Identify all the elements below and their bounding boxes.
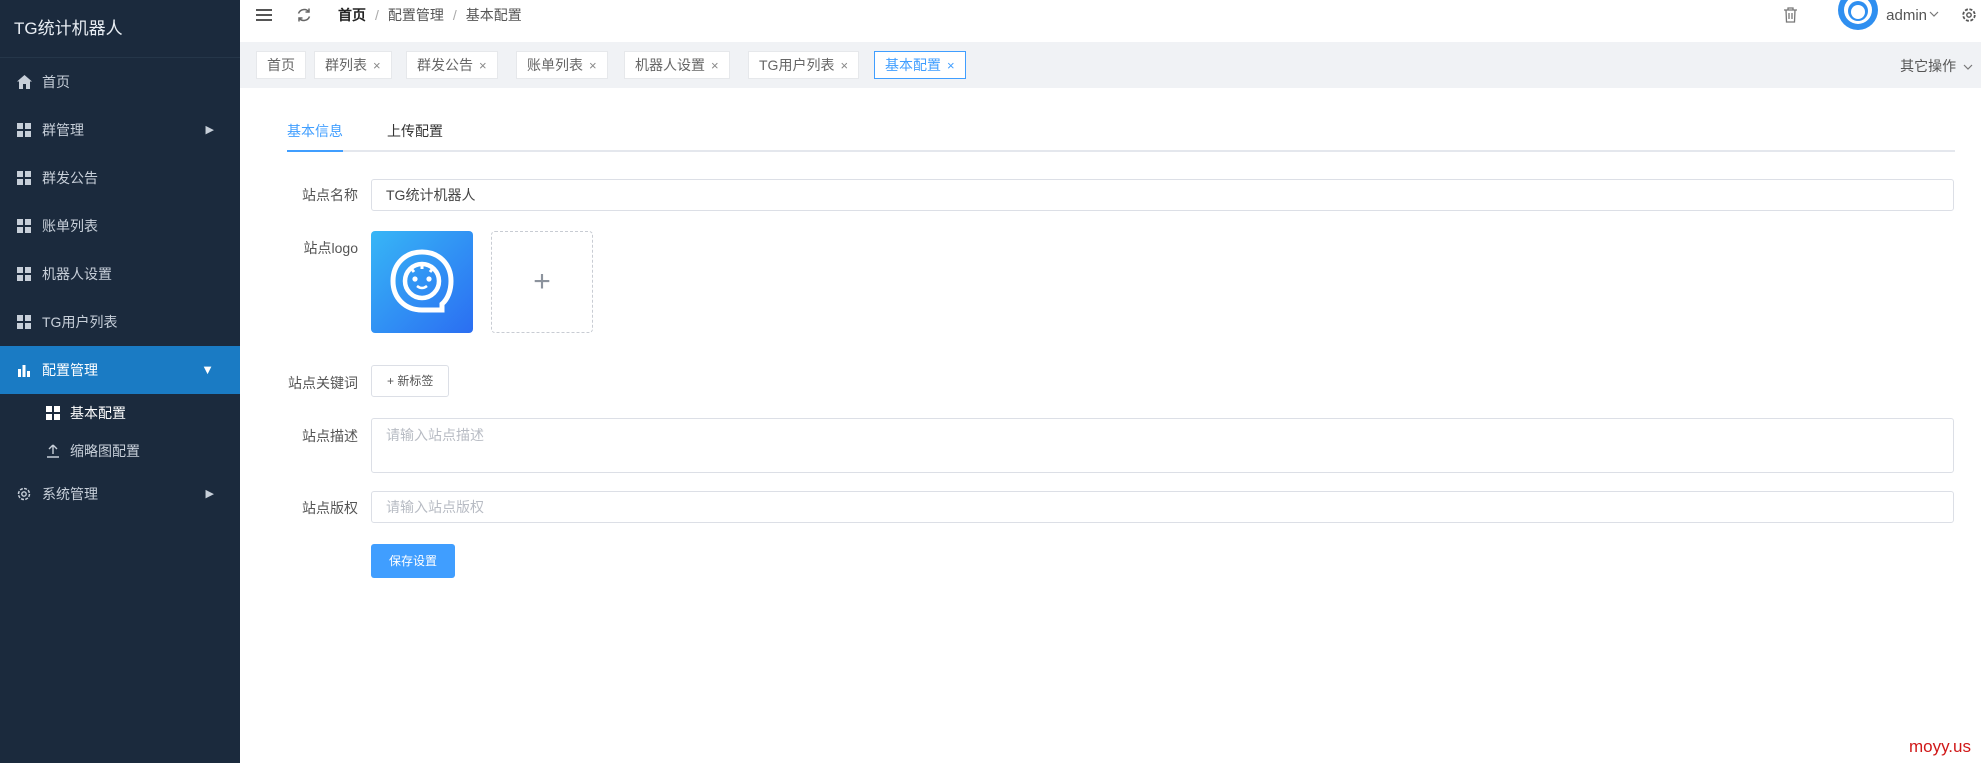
sidebar-item-group-management[interactable]: 群管理 ▶ bbox=[0, 106, 240, 154]
sidebar-item-home[interactable]: 首页 bbox=[0, 58, 240, 106]
breadcrumb: 首页 / 配置管理 / 基本配置 bbox=[338, 5, 522, 25]
site-description-label: 站点描述 bbox=[302, 428, 358, 444]
grid-icon bbox=[16, 122, 32, 138]
close-icon[interactable]: × bbox=[373, 58, 381, 73]
chevron-down-icon bbox=[1963, 64, 1973, 70]
app-title: TG统计机器人 bbox=[0, 0, 240, 58]
plus-icon: + bbox=[533, 265, 551, 298]
tag-tg-users[interactable]: TG用户列表 × bbox=[748, 51, 860, 79]
tags-view-bar: 首页 群列表 × 群发公告 × 账单列表 × 机器人设置 × TG用户列表 × 基本配置 ×… bbox=[240, 42, 1981, 88]
breadcrumb-separator: / bbox=[375, 7, 379, 23]
tag-broadcast[interactable]: 群发公告 × bbox=[406, 51, 498, 79]
sidebar-item-system-management[interactable]: 系统管理 ▶ bbox=[0, 470, 240, 518]
sidebar-item-label: TG用户列表 bbox=[42, 314, 118, 330]
menu-toggle-icon[interactable] bbox=[254, 5, 274, 25]
caret-down-icon: ▼ bbox=[201, 362, 214, 377]
config-tabs: 基本信息 上传配置 bbox=[287, 118, 1955, 152]
home-icon bbox=[16, 74, 32, 90]
close-icon[interactable]: × bbox=[479, 58, 487, 73]
top-bar: 首页 / 配置管理 / 基本配置 admin bbox=[240, 0, 1981, 30]
sidebar-subitem-thumbnail-config[interactable]: 缩略图配置 bbox=[0, 432, 240, 470]
close-icon[interactable]: × bbox=[589, 58, 597, 73]
sidebar-subitem-basic-config[interactable]: 基本配置 bbox=[0, 394, 240, 432]
sidebar-item-broadcast[interactable]: 群发公告 bbox=[0, 154, 240, 202]
tag-bot-settings[interactable]: 机器人设置 × bbox=[624, 51, 730, 79]
sidebar-item-label: 系统管理 bbox=[42, 486, 98, 502]
site-name-label: 站点名称 bbox=[302, 187, 358, 203]
trash-icon[interactable] bbox=[1780, 5, 1800, 25]
site-keywords-label: 站点关键词 bbox=[288, 375, 358, 391]
tag-label: 机器人设置 bbox=[635, 57, 705, 73]
tag-label: 群列表 bbox=[325, 57, 367, 73]
sidebar-subitem-label: 基本配置 bbox=[70, 405, 126, 421]
site-name-input[interactable] bbox=[371, 179, 1954, 211]
sidebar-item-label: 首页 bbox=[42, 74, 70, 90]
grid-icon bbox=[46, 406, 60, 420]
bot-logo-icon bbox=[390, 249, 454, 313]
grid-icon bbox=[16, 266, 32, 282]
tag-group-list[interactable]: 群列表 × bbox=[314, 51, 392, 79]
grid-icon bbox=[16, 218, 32, 234]
avatar[interactable] bbox=[1838, 0, 1879, 30]
sidebar: TG统计机器人 首页 群管理 ▶ 群发公告 账单列表 机器人设置 TG用户列表 … bbox=[0, 0, 240, 763]
breadcrumb-item-home[interactable]: 首页 bbox=[338, 5, 366, 25]
site-copyright-input[interactable] bbox=[371, 491, 1954, 523]
gear-icon bbox=[16, 486, 32, 502]
caret-right-icon: ▶ bbox=[205, 488, 214, 500]
username[interactable]: admin bbox=[1886, 7, 1927, 24]
close-icon[interactable]: × bbox=[840, 58, 848, 73]
tab-upload-config[interactable]: 上传配置 bbox=[387, 118, 443, 152]
settings-gear-icon[interactable] bbox=[1959, 5, 1979, 25]
tag-label: 基本配置 bbox=[885, 57, 941, 73]
grid-icon bbox=[16, 314, 32, 330]
refresh-icon[interactable] bbox=[294, 5, 314, 25]
new-tag-button[interactable]: + 新标签 bbox=[371, 365, 450, 397]
header-right: admin bbox=[1766, 0, 1981, 30]
logo-upload-button[interactable]: + bbox=[491, 231, 593, 333]
sidebar-subitem-label: 缩略图配置 bbox=[70, 443, 140, 459]
breadcrumb-item-config: 配置管理 bbox=[387, 7, 444, 23]
grid-icon bbox=[16, 170, 32, 186]
close-icon[interactable]: × bbox=[947, 58, 955, 73]
tab-basic-info[interactable]: 基本信息 bbox=[287, 118, 343, 152]
sidebar-item-label: 配置管理 bbox=[42, 362, 98, 378]
other-operations-dropdown[interactable]: 其它操作 bbox=[1900, 56, 1973, 76]
save-settings-button[interactable]: 保存设置 bbox=[371, 544, 455, 578]
tag-label: 群发公告 bbox=[417, 57, 473, 73]
site-description-textarea[interactable] bbox=[371, 418, 1954, 473]
tag-home[interactable]: 首页 bbox=[256, 51, 306, 79]
chevron-down-icon[interactable] bbox=[1929, 10, 1939, 21]
sidebar-item-config-management[interactable]: 配置管理 ▼ bbox=[0, 346, 240, 394]
sidebar-item-label: 群管理 bbox=[42, 122, 84, 138]
breadcrumb-item-current: 基本配置 bbox=[465, 7, 522, 23]
sidebar-item-bot-settings[interactable]: 机器人设置 bbox=[0, 250, 240, 298]
sidebar-item-label: 机器人设置 bbox=[42, 266, 112, 282]
sidebar-item-label: 账单列表 bbox=[42, 218, 98, 234]
other-operations-label: 其它操作 bbox=[1900, 58, 1957, 74]
close-icon[interactable]: × bbox=[711, 58, 719, 73]
sidebar-item-label: 群发公告 bbox=[42, 170, 98, 186]
site-logo-label: 站点logo bbox=[303, 240, 358, 256]
sidebar-item-tg-users[interactable]: TG用户列表 bbox=[0, 298, 240, 346]
bar-chart-icon bbox=[16, 362, 32, 378]
tag-label: TG用户列表 bbox=[759, 57, 835, 73]
tag-bills[interactable]: 账单列表 × bbox=[516, 51, 608, 79]
tag-label: 账单列表 bbox=[527, 57, 583, 73]
site-logo-image[interactable] bbox=[371, 231, 473, 333]
main-card: 基本信息 上传配置 站点名称 站点logo + 站点关键词 + 新标签 站点描述… bbox=[257, 88, 1971, 763]
tag-label: 首页 bbox=[267, 57, 295, 73]
site-copyright-label: 站点版权 bbox=[302, 500, 358, 516]
breadcrumb-separator: / bbox=[452, 7, 457, 23]
tag-basic-config[interactable]: 基本配置 × bbox=[874, 51, 966, 79]
sidebar-item-bills[interactable]: 账单列表 bbox=[0, 202, 240, 250]
watermark-text: moyy.us bbox=[1908, 737, 1971, 756]
upload-icon bbox=[46, 444, 60, 458]
caret-right-icon: ▶ bbox=[205, 124, 214, 136]
